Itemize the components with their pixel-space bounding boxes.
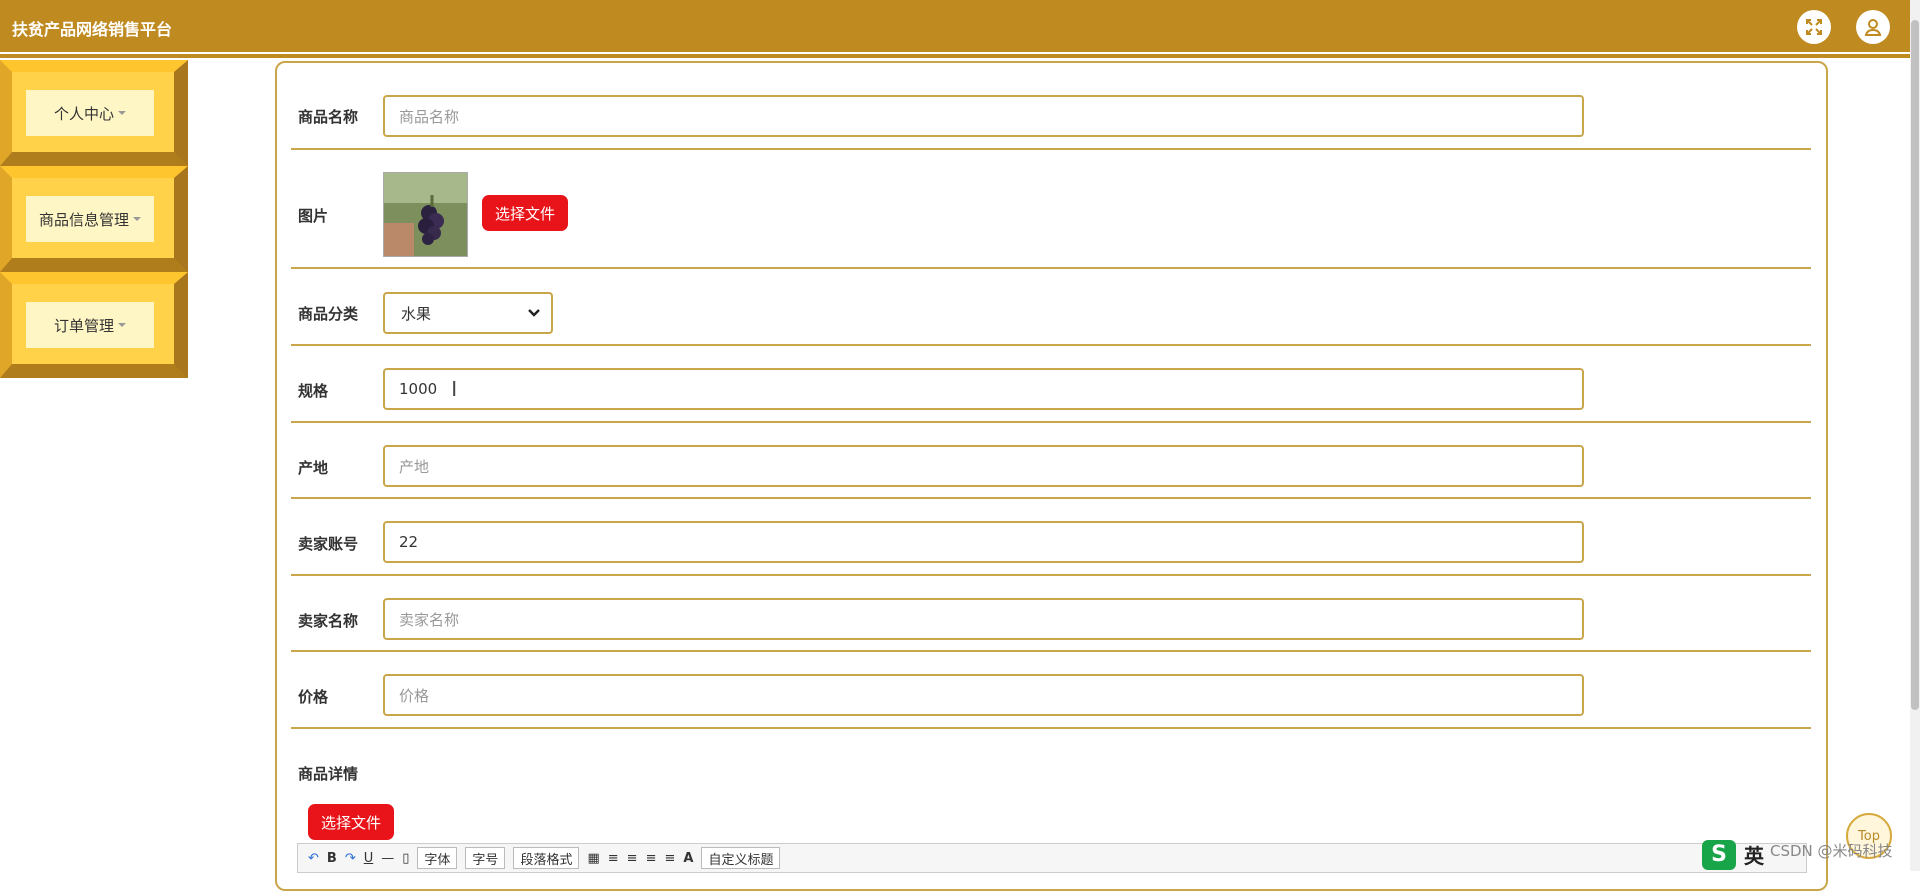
undo-icon[interactable]: ↶ (308, 851, 319, 866)
font-color-icon[interactable]: A (683, 851, 693, 866)
align-right-icon[interactable]: ≡ (627, 851, 638, 866)
document-icon[interactable]: ▯ (402, 851, 409, 866)
origin-label: 产地 (298, 459, 329, 477)
category-value: 水果 (401, 304, 432, 323)
seller-account-label: 卖家账号 (298, 535, 359, 553)
choose-image-button[interactable]: 选择文件 (482, 195, 568, 231)
product-image-thumbnail (383, 172, 468, 257)
redo-icon[interactable]: ↷ (345, 851, 356, 866)
user-icon[interactable] (1856, 10, 1890, 44)
origin-input[interactable]: 产地 (383, 445, 1584, 487)
choose-detail-file-button[interactable]: 选择文件 (308, 804, 394, 840)
font-select[interactable]: 字体 (417, 847, 458, 869)
category-label: 商品分类 (298, 305, 359, 323)
underline-icon[interactable]: U (364, 851, 374, 866)
editor-toolbar: ↶ B ↷ U — ▯ 字体 字号 段落格式 ▦ ≡ ≡ ≡ ≡ A 自定义标题 (297, 843, 1807, 873)
sidebar: 个人中心 商品信息管理 订单管理 (0, 60, 188, 378)
bold-icon[interactable]: B (327, 851, 337, 866)
price-input[interactable]: 价格 (383, 674, 1584, 716)
row-divider (291, 421, 1811, 423)
chevron-down-icon (528, 309, 540, 317)
spec-value: 1000 (399, 380, 438, 398)
sogou-ime-icon[interactable]: S (1702, 839, 1736, 870)
ime-language-label: 英 (1744, 844, 1764, 868)
sidebar-item-personal-center[interactable]: 个人中心 (0, 60, 188, 166)
name-label: 商品名称 (298, 108, 359, 126)
sidebar-item-label: 商品信息管理 (38, 210, 129, 229)
product-name-input[interactable]: 商品名称 (383, 95, 1584, 137)
align-left-icon[interactable]: ≡ (608, 851, 619, 866)
image-label: 图片 (298, 207, 329, 225)
sidebar-item-product-management[interactable]: 商品信息管理 (0, 166, 188, 272)
category-select[interactable]: 水果 (383, 292, 553, 334)
sidebar-item-label: 个人中心 (53, 104, 114, 123)
price-label: 价格 (298, 688, 329, 706)
seller-name-input[interactable]: 卖家名称 (383, 598, 1584, 640)
caret-down-icon (133, 217, 141, 221)
spec-input[interactable]: 1000 I (383, 368, 1584, 410)
expand-icon[interactable] (1797, 10, 1831, 44)
detail-label: 商品详情 (298, 765, 359, 783)
seller-name-label: 卖家名称 (298, 612, 359, 630)
row-divider (291, 574, 1811, 576)
caret-down-icon (118, 111, 126, 115)
row-divider (291, 497, 1811, 499)
caret-down-icon (118, 323, 126, 327)
watermark: CSDN @米码科技 (1770, 842, 1893, 860)
row-divider (291, 650, 1811, 652)
ime-toolbar[interactable]: S 英 (1702, 838, 1764, 871)
sidebar-item-label: 订单管理 (53, 316, 114, 335)
custom-title-select[interactable]: 自定义标题 (701, 847, 781, 869)
sidebar-item-order-management[interactable]: 订单管理 (0, 272, 188, 378)
row-divider (291, 148, 1811, 150)
paragraph-select[interactable]: 段落格式 (513, 847, 580, 869)
font-size-select[interactable]: 字号 (465, 847, 506, 869)
spec-label: 规格 (298, 382, 329, 400)
top-header: 扶贫产品网络销售平台 (0, 0, 1910, 52)
scrollbar-thumb[interactable] (1911, 20, 1919, 710)
row-divider (291, 727, 1811, 729)
horizontal-rule-icon[interactable]: — (381, 851, 394, 866)
table-icon[interactable]: ▦ (587, 851, 599, 866)
align-justify-icon[interactable]: ≡ (664, 851, 675, 866)
align-center-icon[interactable]: ≡ (646, 851, 657, 866)
text-cursor-icon: I (451, 377, 458, 401)
row-divider (291, 344, 1811, 346)
page-scrollbar[interactable] (1910, 0, 1920, 871)
app-title: 扶贫产品网络销售平台 (12, 20, 173, 39)
row-divider (291, 267, 1811, 269)
seller-account-input[interactable]: 22 (383, 521, 1584, 563)
